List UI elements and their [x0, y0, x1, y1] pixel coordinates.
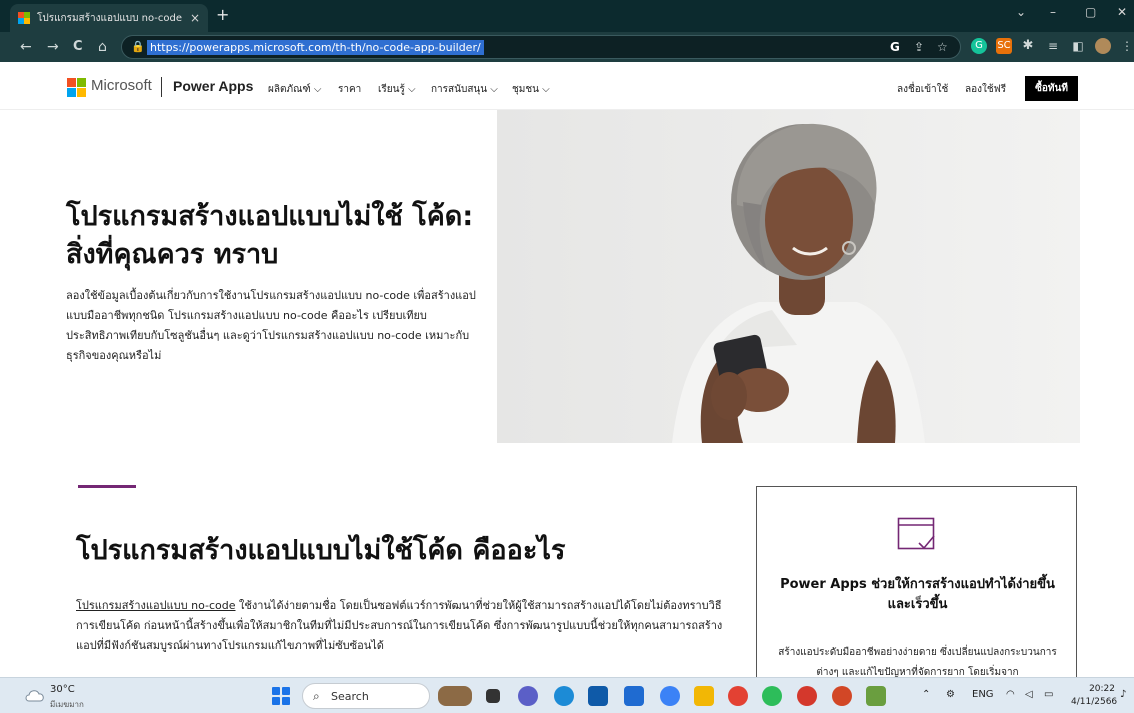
feature-card: Power Apps ช่วยให้การสร้างแอปทำได้ง่ายขึ… — [756, 486, 1077, 686]
browser-menu-icon[interactable]: ⋮ — [1119, 38, 1134, 54]
notepad-icon[interactable] — [866, 686, 886, 706]
system-clock[interactable]: 20:22 4/11/2566 — [1071, 683, 1118, 709]
sign-in-link[interactable]: ลงชื่อเข้าใช้ — [897, 82, 948, 97]
section-accent-bar — [78, 485, 136, 488]
google-icon[interactable]: G — [890, 40, 900, 54]
volume-icon[interactable]: ◁ — [1025, 689, 1033, 700]
wechat-icon[interactable] — [762, 686, 782, 706]
app-l-icon[interactable] — [624, 686, 644, 706]
profile-avatar[interactable] — [1095, 38, 1111, 54]
weather-temperature[interactable]: 30°C — [50, 684, 75, 695]
microsoft-brand[interactable]: Microsoft — [91, 77, 152, 94]
taskbar-search-box[interactable]: ⌕ Search — [302, 683, 430, 709]
extension-sc-icon[interactable]: SC — [996, 38, 1012, 54]
app-blue-icon[interactable] — [660, 686, 680, 706]
extensions-puzzle-icon[interactable]: ✱ — [1020, 38, 1036, 54]
product-name[interactable]: Power Apps — [173, 78, 253, 94]
minimize-button[interactable]: – — [1050, 5, 1056, 19]
nav-learn[interactable]: เรียนรู้ ⌵ — [378, 82, 416, 97]
windows-taskbar: 30°C มีเมฆมาก ⌕ Search ⌃ ⚙ ENG ◠ ◁ ▭ 20:… — [0, 677, 1134, 713]
teams-chat-icon[interactable] — [518, 686, 538, 706]
restore-button[interactable]: ▢ — [1085, 5, 1096, 19]
no-code-app-builder-link[interactable]: โปรแกรมสร้างแอปแบบ no-code — [76, 599, 236, 612]
nav-support[interactable]: การสนับสนุน ⌵ — [431, 82, 498, 97]
hero-title: โปรแกรมสร้างแอปแบบไม่ใช้ โค้ด: สิ่งที่คุ… — [66, 201, 474, 270]
search-icon: ⌕ — [313, 689, 320, 703]
new-tab-button[interactable]: + — [216, 6, 229, 24]
chrome-active-icon[interactable] — [797, 686, 817, 706]
grammarly-extension-icon[interactable]: G — [971, 38, 987, 54]
reading-list-icon[interactable]: ≡ — [1045, 38, 1061, 54]
address-bar[interactable]: 🔒 https://powerapps.microsoft.com/th-th/… — [121, 35, 961, 59]
nav-products[interactable]: ผลิตภัณฑ์ ⌵ — [268, 82, 321, 97]
share-icon[interactable]: ⇪ — [914, 40, 924, 54]
clock-time: 20:22 — [1089, 684, 1115, 694]
file-explorer-icon[interactable] — [694, 686, 714, 706]
windows-start-icon[interactable] — [272, 687, 290, 705]
woman-with-phone-illustration — [672, 123, 925, 443]
taskbar-search-label: Search — [331, 690, 369, 703]
feature-card-title: Power Apps ช่วยให้การสร้างแอปทำได้ง่ายขึ… — [780, 577, 1055, 612]
microsoft-logo-icon[interactable] — [67, 78, 86, 97]
section-title: โปรแกรมสร้างแอปแบบไม่ใช้โค้ด คืออะไร — [76, 535, 566, 566]
mail-icon[interactable] — [588, 686, 608, 706]
microsoft-favicon-icon — [18, 12, 30, 24]
wifi-icon[interactable]: ◠ — [1006, 689, 1015, 700]
clock-date: 4/11/2566 — [1071, 697, 1118, 707]
bookmark-star-icon[interactable]: ☆ — [937, 40, 948, 54]
notification-bell-icon[interactable]: ♪ — [1120, 689, 1126, 700]
edge-icon[interactable] — [554, 686, 574, 706]
reload-button[interactable]: C — [73, 38, 83, 56]
task-view-icon[interactable] — [486, 689, 500, 703]
url-text[interactable]: https://powerapps.microsoft.com/th-th/no… — [147, 40, 484, 55]
section-description: โปรแกรมสร้างแอปแบบ no-code ใช้งานได้ง่าย… — [76, 596, 726, 656]
tray-app-icon[interactable]: ⚙ — [946, 689, 955, 700]
powerpoint-icon[interactable] — [832, 686, 852, 706]
back-button[interactable]: ← — [20, 38, 32, 56]
weather-description[interactable]: มีเมฆมาก — [50, 698, 84, 711]
tab-close-icon[interactable]: × — [190, 11, 200, 25]
hero-image — [497, 110, 1080, 443]
home-button[interactable]: ⌂ — [98, 38, 107, 56]
cloud-weather-icon[interactable] — [24, 687, 46, 703]
language-indicator[interactable]: ENG — [972, 689, 994, 700]
chrome-icon[interactable] — [728, 686, 748, 706]
nav-pricing[interactable]: ราคา — [338, 82, 361, 97]
side-panel-icon[interactable]: ◧ — [1070, 38, 1086, 54]
lock-icon: 🔒 — [131, 40, 145, 53]
tab-title: โปรแกรมสร้างแอปแบบ no-code | M — [37, 12, 184, 24]
browser-tab[interactable]: โปรแกรมสร้างแอปแบบ no-code | M × — [10, 4, 208, 32]
battery-icon[interactable]: ▭ — [1044, 689, 1053, 700]
close-window-button[interactable]: ✕ — [1117, 5, 1127, 19]
header-divider — [161, 77, 162, 97]
buy-now-button[interactable]: ซื้อทันที — [1025, 76, 1078, 101]
widget-deer-icon[interactable] — [438, 686, 472, 706]
nav-community[interactable]: ชุมชน ⌵ — [512, 82, 550, 97]
app-window-check-icon — [897, 517, 935, 550]
forward-button[interactable]: → — [47, 38, 59, 56]
browser-toolbar: ← → C ⌂ 🔒 https://powerapps.microsoft.co… — [0, 32, 1134, 62]
hero-description: ลองใช้ข้อมูลเบื้องต้นเกี่ยวกับการใช้งานโ… — [66, 289, 476, 362]
tray-chevron-icon[interactable]: ⌃ — [922, 689, 930, 700]
site-header: Microsoft Power Apps ผลิตภัณฑ์ ⌵ ราคา เร… — [0, 62, 1134, 110]
try-free-link[interactable]: ลองใช้ฟรี — [965, 82, 1006, 97]
browser-tab-strip: โปรแกรมสร้างแอปแบบ no-code | M × + ⌄ – ▢… — [0, 0, 1134, 32]
tab-search-icon[interactable]: ⌄ — [1016, 5, 1026, 19]
